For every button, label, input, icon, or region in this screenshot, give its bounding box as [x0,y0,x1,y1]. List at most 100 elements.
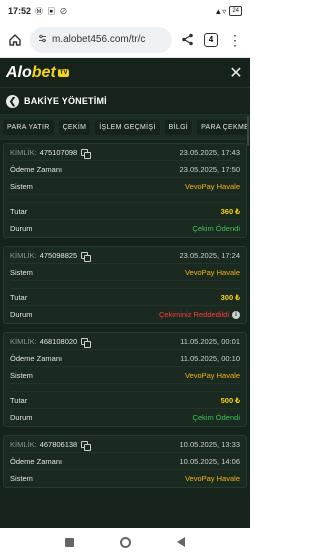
amount-label: Tutar [10,292,28,302]
payment-time-row: Ödeme Zamanı 23.05.2025, 17:50 [10,161,240,178]
kimlik-label: KİMLİK: [10,250,37,260]
transaction-card: KİMLİK: 475098825 23.05.2025, 17:24 Sist… [3,246,247,324]
system-row: Sistem VevoPay Havale [10,178,240,195]
status-row: Durum Çekim Ödendi [10,220,240,237]
card-header-row: KİMLİK: 468108020 11.05.2025, 00:01 [10,333,240,350]
transaction-date: 10.05.2025, 13:33 [179,439,240,449]
info-icon[interactable]: i [232,310,240,319]
status-label: Durum [10,413,33,422]
app-container: Alo bet TV ✕ ❮ BAKİYE YÖNETİMİ PARA YATI… [0,58,250,528]
notification-icons: Ⓜ ▣ ⊘ [35,6,69,16]
system-value: VevoPay Havale [184,370,240,380]
signal-icon: ▲▿ [214,6,227,16]
copy-icon[interactable] [81,251,89,259]
close-icon[interactable]: ✕ [228,63,244,83]
payment-time-row: Ödeme Zamanı 11.05.2025, 00:10 [10,350,240,367]
payment-time-label: Ödeme Zamanı [10,353,63,363]
kimlik-label: KİMLİK: [10,147,37,157]
copy-icon[interactable] [81,148,89,156]
home-icon[interactable] [6,31,24,49]
logo-tv: TV [57,68,70,77]
payment-time-value: 11.05.2025, 00:10 [180,353,240,363]
spacer [10,281,240,289]
app-header: Alo bet TV ✕ [0,58,250,88]
tab-count: 4 [204,32,218,47]
payment-time-label: Ödeme Zamanı [10,164,63,174]
battery-icon: 24 [229,6,242,16]
transaction-id: 475107098 [39,147,78,157]
kimlik-label: KİMLİK: [10,439,37,449]
status-value: Çekim Ödendi [192,224,240,233]
android-nav-bar [0,528,250,556]
system-value: VevoPay Havale [184,267,240,277]
browser-toolbar: m.alobet456.com/tr/c 4 ⋮ [0,22,250,58]
kimlik-label: KİMLİK: [10,336,37,346]
payment-time-label: Ödeme Zamanı [10,456,63,466]
system-value: VevoPay Havale [184,474,240,483]
copy-icon[interactable] [81,337,89,345]
url-text: m.alobet456.com/tr/c [52,34,146,45]
status-row: Durum Çekiminiz Reddedildi i [10,306,240,323]
tab-para-yatir[interactable]: PARA YATIR [3,119,54,135]
amount-value: 300 ₺ [220,292,240,302]
status-value: Çekiminiz Reddedildi [158,310,229,319]
system-row: Sistem VevoPay Havale [10,264,240,281]
spacer [10,384,240,392]
tab-cekim[interactable]: ÇEKİM [58,119,91,135]
page-title-row: ❮ BAKİYE YÖNETİMİ [0,88,250,114]
amount-row: Tutar 500 ₺ [10,392,240,409]
back-icon[interactable]: ❮ [6,94,19,108]
status-label: Durum [10,310,33,319]
card-header-row: KİMLİK: 467806138 10.05.2025, 13:33 [10,436,240,453]
browser-menu-icon[interactable]: ⋮ [226,31,244,49]
card-header-row: KİMLİK: 475107098 23.05.2025, 17:43 [10,144,240,161]
share-icon[interactable] [178,31,196,49]
transaction-card: KİMLİK: 467806138 10.05.2025, 13:33 Ödem… [3,435,247,488]
system-label: Sistem [10,181,33,191]
system-label: Sistem [10,370,33,380]
spacer [10,195,240,203]
back-nav-icon[interactable] [177,537,185,547]
system-label: Sistem [10,267,33,277]
tab-bilgi[interactable]: BİLGİ [164,119,193,135]
payment-time-row: Ödeme Zamanı 10.05.2025, 14:06 [10,453,240,470]
status-right: ▲▿ 24 [214,6,242,16]
tab-para-cekme[interactable]: PARA ÇEKME [197,119,250,135]
site-settings-icon[interactable] [38,34,47,45]
system-value: VevoPay Havale [184,181,240,191]
transaction-list: KİMLİK: 475107098 23.05.2025, 17:43 Ödem… [0,140,250,488]
system-row: Sistem VevoPay Havale [10,470,240,487]
tab-switcher-button[interactable]: 4 [202,31,220,49]
status-label: Durum [10,224,33,233]
recents-icon[interactable] [65,537,74,547]
status-row: Durum Çekim Ödendi [10,409,240,426]
amount-value: 500 ₺ [220,395,240,405]
tab-islem-gecmisi[interactable]: İŞLEM GEÇMİŞİ [95,119,160,135]
transaction-card: KİMLİK: 468108020 11.05.2025, 00:01 Ödem… [3,332,247,427]
payment-time-value: 23.05.2025, 17:50 [179,164,240,174]
amount-label: Tutar [10,206,28,216]
amount-row: Tutar 360 ₺ [10,203,240,220]
transaction-date: 11.05.2025, 00:01 [180,336,240,346]
system-row: Sistem VevoPay Havale [10,367,240,384]
card-header-row: KİMLİK: 475098825 23.05.2025, 17:24 [10,247,240,264]
copy-icon[interactable] [81,440,89,448]
url-bar[interactable]: m.alobet456.com/tr/c [30,26,172,53]
scrollbar[interactable] [247,116,249,146]
amount-row: Tutar 300 ₺ [10,289,240,306]
page-title: BAKİYE YÖNETİMİ [24,96,107,106]
transaction-id: 468108020 [39,336,78,346]
amount-label: Tutar [10,395,28,405]
amount-value: 360 ₺ [220,206,240,216]
transaction-date: 23.05.2025, 17:43 [179,147,240,157]
logo[interactable]: Alo bet TV [6,63,70,82]
transaction-id: 467806138 [39,439,78,449]
status-bar: 17:52 Ⓜ ▣ ⊘ ▲▿ 24 [0,0,250,22]
logo-bet: bet [31,63,56,81]
tab-bar: PARA YATIR ÇEKİM İŞLEM GEÇMİŞİ BİLGİ PAR… [0,114,250,140]
transaction-card: KİMLİK: 475107098 23.05.2025, 17:43 Ödem… [3,143,247,238]
transaction-date: 23.05.2025, 17:24 [179,250,240,260]
payment-time-value: 10.05.2025, 14:06 [179,456,240,466]
home-nav-icon[interactable] [120,536,131,548]
system-label: Sistem [10,474,33,483]
